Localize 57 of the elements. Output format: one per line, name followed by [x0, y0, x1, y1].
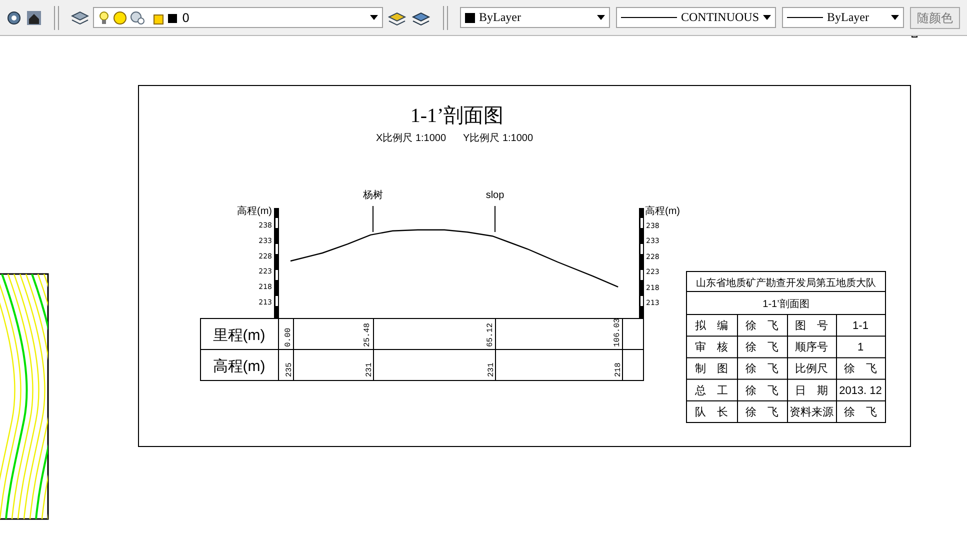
- title-block-cell: 徐 飞: [844, 406, 877, 418]
- table-value: 235: [285, 362, 294, 377]
- lineweight-dropdown[interactable]: ByLayer: [782, 7, 904, 28]
- marker-label: 杨树: [363, 190, 383, 201]
- title-block-cell: 1-1: [852, 320, 868, 332]
- row-label: 高程(m): [212, 358, 266, 375]
- line-sample-icon: [787, 17, 823, 18]
- title-block-cell: 比例尺: [795, 363, 828, 376]
- color-dropdown[interactable]: ByLayer: [460, 7, 610, 28]
- drawing-name: 1-1’剖面图: [762, 299, 810, 310]
- title-block-cell: 审 核: [695, 342, 728, 354]
- caret-icon: [597, 15, 605, 20]
- marker-line: [372, 206, 374, 232]
- title-block-cell: 图 号: [795, 320, 828, 332]
- line-sample-icon: [621, 17, 677, 18]
- title-block-cell: 1: [857, 342, 864, 354]
- table-value: 0.00: [284, 328, 293, 347]
- scale-note: Y比例尺 1:1000: [463, 133, 534, 144]
- row-label: 里程(m): [212, 327, 266, 344]
- title-block-cell: 制 图: [695, 363, 728, 376]
- organization-name: 山东省地质矿产勘查开发局第五地质大队: [696, 278, 876, 289]
- table-value: 25.48: [363, 322, 372, 347]
- caret-icon: [891, 15, 899, 20]
- title-block-cell: 徐 飞: [746, 384, 778, 397]
- layers-icon[interactable]: [71, 10, 89, 26]
- title-block-cell: 徐 飞: [844, 363, 877, 376]
- title-block-cell: 顺序号: [795, 342, 828, 354]
- title-block-cell: 资料来源: [790, 406, 834, 418]
- drawing-title: 1-1’剖面图: [410, 105, 504, 127]
- title-block-cell: 2013. 12: [839, 384, 882, 397]
- title-block-cell: 队 长: [695, 406, 728, 418]
- plot-style-button[interactable]: 随颜色: [910, 6, 960, 28]
- linetype-dropdown[interactable]: CONTINUOUS: [616, 7, 776, 28]
- table-value: 231: [365, 362, 374, 377]
- marker-label: slop: [486, 190, 504, 201]
- axis-label: 高程(m): [645, 206, 680, 217]
- title-block-cell: 徐 飞: [746, 363, 778, 376]
- title-block-cell: 拟 编: [695, 320, 728, 332]
- table-value: 65.12: [486, 322, 496, 347]
- title-block-cell: 徐 飞: [746, 406, 778, 418]
- marker-line: [494, 206, 496, 232]
- table-value: 106.03: [612, 318, 622, 347]
- layers-icon[interactable]: [411, 10, 431, 26]
- title-block-cell: 日 期: [795, 384, 828, 397]
- table-value: 218: [614, 362, 623, 377]
- title-block-cell: 徐 飞: [746, 342, 778, 354]
- title-block-cell: 总 工: [695, 384, 728, 397]
- layer-dropdown[interactable]: 0: [93, 7, 383, 28]
- layer-state-icon: [98, 10, 178, 26]
- table-value: 231: [487, 362, 496, 377]
- caret-icon: [370, 15, 378, 20]
- scale-note: X比例尺 1:1000: [376, 133, 446, 144]
- title-block-cell: 徐 飞: [746, 320, 778, 332]
- house-icon[interactable]: [26, 10, 42, 26]
- axis-label: 高程(m): [237, 206, 272, 217]
- caret-icon: [763, 15, 771, 20]
- layers-icon[interactable]: [387, 10, 407, 26]
